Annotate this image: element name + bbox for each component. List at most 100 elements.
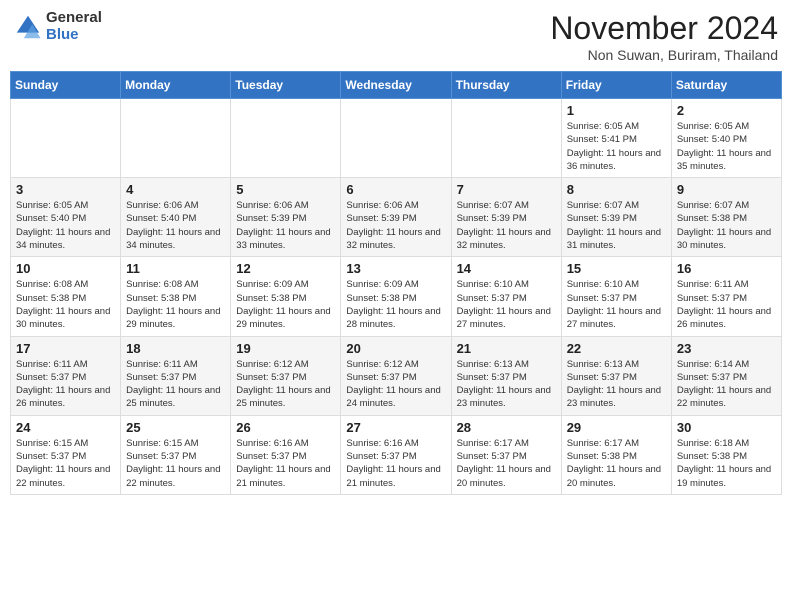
calendar-cell: 30 Sunrise: 6:18 AMSunset: 5:38 PMDayligh… xyxy=(671,415,781,494)
calendar-cell: 10 Sunrise: 6:08 AMSunset: 5:38 PMDayligh… xyxy=(11,257,121,336)
calendar-cell: 19 Sunrise: 6:12 AMSunset: 5:37 PMDayligh… xyxy=(231,336,341,415)
calendar-cell: 1 Sunrise: 6:05 AMSunset: 5:41 PMDaylight… xyxy=(561,99,671,178)
day-number: 21 xyxy=(457,341,556,356)
day-info: Sunrise: 6:16 AMSunset: 5:37 PMDaylight:… xyxy=(236,437,335,490)
calendar-cell: 5Sunrise: 6:06 AMSunset: 5:39 PMDaylight… xyxy=(231,178,341,257)
day-info: Sunrise: 6:10 AMSunset: 5:37 PMDaylight:… xyxy=(457,278,556,331)
day-number: 26 xyxy=(236,420,335,435)
calendar-cell: 25 Sunrise: 6:15 AMSunset: 5:37 PMDayligh… xyxy=(121,415,231,494)
month-title: November 2024 xyxy=(550,10,778,47)
calendar-week-row: 24 Sunrise: 6:15 AMSunset: 5:37 PMDayligh… xyxy=(11,415,782,494)
day-number: 23 xyxy=(677,341,776,356)
logo-icon xyxy=(14,13,42,41)
weekday-header-saturday: Saturday xyxy=(671,72,781,99)
day-info: Sunrise: 6:11 AMSunset: 5:37 PMDaylight:… xyxy=(126,358,225,411)
logo-general-text: General xyxy=(46,10,102,27)
calendar-week-row: 1 Sunrise: 6:05 AMSunset: 5:41 PMDaylight… xyxy=(11,99,782,178)
page-header: General Blue November 2024 Non Suwan, Bu… xyxy=(10,10,782,63)
calendar-cell: 23 Sunrise: 6:14 AMSunset: 5:37 PMDayligh… xyxy=(671,336,781,415)
day-number: 18 xyxy=(126,341,225,356)
calendar-cell: 28Sunrise: 6:17 AMSunset: 5:37 PMDayligh… xyxy=(451,415,561,494)
calendar-cell: 9 Sunrise: 6:07 AMSunset: 5:38 PMDaylight… xyxy=(671,178,781,257)
day-number: 8 xyxy=(567,182,666,197)
day-number: 12 xyxy=(236,261,335,276)
day-number: 3 xyxy=(16,182,115,197)
day-number: 10 xyxy=(16,261,115,276)
day-number: 24 xyxy=(16,420,115,435)
day-number: 1 xyxy=(567,103,666,118)
day-number: 20 xyxy=(346,341,445,356)
calendar-cell: 27 Sunrise: 6:16 AMSunset: 5:37 PMDayligh… xyxy=(341,415,451,494)
calendar-cell: 3 Sunrise: 6:05 AMSunset: 5:40 PMDaylight… xyxy=(11,178,121,257)
day-info: Sunrise: 6:07 AMSunset: 5:39 PMDaylight:… xyxy=(567,199,666,252)
day-number: 7 xyxy=(457,182,556,197)
calendar-cell: 24Sunrise: 6:15 AMSunset: 5:37 PMDayligh… xyxy=(11,415,121,494)
day-info: Sunrise: 6:14 AMSunset: 5:37 PMDaylight:… xyxy=(677,358,776,411)
calendar-cell xyxy=(11,99,121,178)
day-number: 22 xyxy=(567,341,666,356)
day-number: 5 xyxy=(236,182,335,197)
day-info: Sunrise: 6:07 AMSunset: 5:39 PMDaylight:… xyxy=(457,199,556,252)
day-number: 4 xyxy=(126,182,225,197)
day-number: 30 xyxy=(677,420,776,435)
calendar-cell xyxy=(121,99,231,178)
calendar-cell: 15Sunrise: 6:10 AMSunset: 5:37 PMDayligh… xyxy=(561,257,671,336)
day-info: Sunrise: 6:05 AMSunset: 5:40 PMDaylight:… xyxy=(677,120,776,173)
day-info: Sunrise: 6:15 AMSunset: 5:37 PMDaylight:… xyxy=(126,437,225,490)
day-info: Sunrise: 6:08 AMSunset: 5:38 PMDaylight:… xyxy=(126,278,225,331)
calendar-table: SundayMondayTuesdayWednesdayThursdayFrid… xyxy=(10,71,782,495)
calendar-cell: 14 Sunrise: 6:10 AMSunset: 5:37 PMDayligh… xyxy=(451,257,561,336)
day-number: 9 xyxy=(677,182,776,197)
day-info: Sunrise: 6:09 AMSunset: 5:38 PMDaylight:… xyxy=(236,278,335,331)
calendar-week-row: 3 Sunrise: 6:05 AMSunset: 5:40 PMDaylight… xyxy=(11,178,782,257)
weekday-header-monday: Monday xyxy=(121,72,231,99)
day-info: Sunrise: 6:05 AMSunset: 5:40 PMDaylight:… xyxy=(16,199,115,252)
logo-text: General Blue xyxy=(46,10,102,43)
calendar-cell xyxy=(341,99,451,178)
day-number: 16 xyxy=(677,261,776,276)
day-number: 29 xyxy=(567,420,666,435)
calendar-cell: 12 Sunrise: 6:09 AMSunset: 5:38 PMDayligh… xyxy=(231,257,341,336)
calendar-cell: 18 Sunrise: 6:11 AMSunset: 5:37 PMDayligh… xyxy=(121,336,231,415)
day-info: Sunrise: 6:09 AMSunset: 5:38 PMDaylight:… xyxy=(346,278,445,331)
day-number: 14 xyxy=(457,261,556,276)
calendar-cell: 2Sunrise: 6:05 AMSunset: 5:40 PMDaylight… xyxy=(671,99,781,178)
calendar-cell: 17Sunrise: 6:11 AMSunset: 5:37 PMDayligh… xyxy=(11,336,121,415)
day-info: Sunrise: 6:05 AMSunset: 5:41 PMDaylight:… xyxy=(567,120,666,173)
day-info: Sunrise: 6:11 AMSunset: 5:37 PMDaylight:… xyxy=(677,278,776,331)
calendar-week-row: 10 Sunrise: 6:08 AMSunset: 5:38 PMDayligh… xyxy=(11,257,782,336)
calendar-cell: 8 Sunrise: 6:07 AMSunset: 5:39 PMDaylight… xyxy=(561,178,671,257)
day-info: Sunrise: 6:10 AMSunset: 5:37 PMDaylight:… xyxy=(567,278,666,331)
day-number: 27 xyxy=(346,420,445,435)
day-info: Sunrise: 6:17 AMSunset: 5:37 PMDaylight:… xyxy=(457,437,556,490)
calendar-cell: 6Sunrise: 6:06 AMSunset: 5:39 PMDaylight… xyxy=(341,178,451,257)
calendar-cell: 16 Sunrise: 6:11 AMSunset: 5:37 PMDayligh… xyxy=(671,257,781,336)
location-title: Non Suwan, Buriram, Thailand xyxy=(550,47,778,63)
day-number: 25 xyxy=(126,420,225,435)
calendar-cell: 21Sunrise: 6:13 AMSunset: 5:37 PMDayligh… xyxy=(451,336,561,415)
day-number: 11 xyxy=(126,261,225,276)
weekday-header-tuesday: Tuesday xyxy=(231,72,341,99)
day-info: Sunrise: 6:06 AMSunset: 5:40 PMDaylight:… xyxy=(126,199,225,252)
calendar-cell: 11 Sunrise: 6:08 AMSunset: 5:38 PMDayligh… xyxy=(121,257,231,336)
day-info: Sunrise: 6:06 AMSunset: 5:39 PMDaylight:… xyxy=(346,199,445,252)
day-info: Sunrise: 6:07 AMSunset: 5:38 PMDaylight:… xyxy=(677,199,776,252)
calendar-cell: 7 Sunrise: 6:07 AMSunset: 5:39 PMDaylight… xyxy=(451,178,561,257)
day-number: 13 xyxy=(346,261,445,276)
calendar-cell xyxy=(451,99,561,178)
day-info: Sunrise: 6:11 AMSunset: 5:37 PMDaylight:… xyxy=(16,358,115,411)
calendar-cell: 26 Sunrise: 6:16 AMSunset: 5:37 PMDayligh… xyxy=(231,415,341,494)
day-info: Sunrise: 6:16 AMSunset: 5:37 PMDaylight:… xyxy=(346,437,445,490)
weekday-header-friday: Friday xyxy=(561,72,671,99)
day-info: Sunrise: 6:17 AMSunset: 5:38 PMDaylight:… xyxy=(567,437,666,490)
logo: General Blue xyxy=(14,10,102,43)
day-number: 19 xyxy=(236,341,335,356)
calendar-cell xyxy=(231,99,341,178)
day-info: Sunrise: 6:12 AMSunset: 5:37 PMDaylight:… xyxy=(236,358,335,411)
day-info: Sunrise: 6:12 AMSunset: 5:37 PMDaylight:… xyxy=(346,358,445,411)
day-info: Sunrise: 6:18 AMSunset: 5:38 PMDaylight:… xyxy=(677,437,776,490)
weekday-header-sunday: Sunday xyxy=(11,72,121,99)
logo-blue-text: Blue xyxy=(46,27,102,44)
calendar-cell: 4 Sunrise: 6:06 AMSunset: 5:40 PMDaylight… xyxy=(121,178,231,257)
day-info: Sunrise: 6:08 AMSunset: 5:38 PMDaylight:… xyxy=(16,278,115,331)
